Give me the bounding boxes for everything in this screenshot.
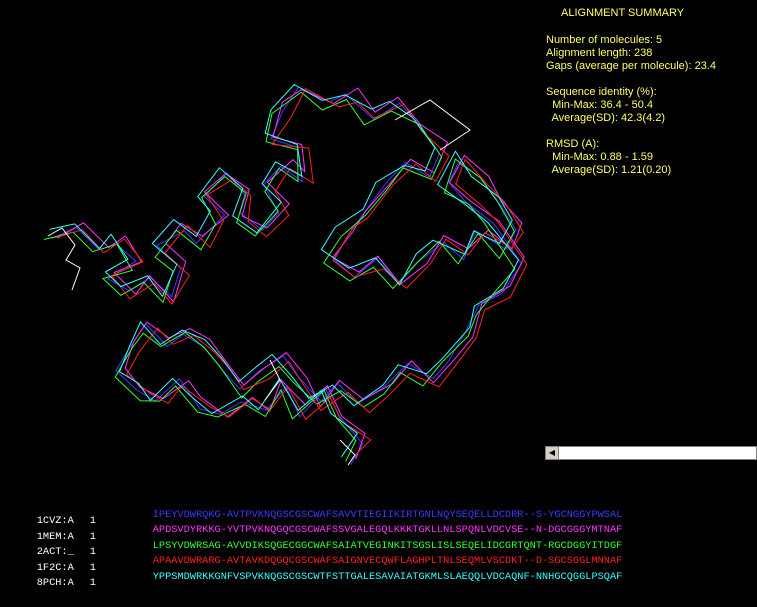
- summary-title: ALIGNMENT SUMMARY: [561, 7, 685, 19]
- sequence-start: 1: [89, 577, 96, 589]
- summary-line: Number of molecules: 5: [546, 34, 663, 46]
- summary-line: Average(SD): 1.21(0.20): [546, 164, 672, 176]
- summary-line: Sequence identity (%):: [546, 86, 657, 98]
- summary-line: Alignment length: 238: [546, 47, 653, 59]
- sequence-alignment-panel[interactable]: 1CVZ:A 1IPEYVDWRQKG-AVTPVKNQGSCGSCWAFSAVV…: [12, 492, 757, 590]
- summary-line: Average(SD): 42.3(4.2): [546, 112, 666, 124]
- summary-line: Gaps (average per molecule): 23.4: [546, 60, 716, 72]
- backbone-trace: [55, 87, 528, 459]
- backbone-trace: [51, 86, 523, 466]
- sequence-id: 8PCH:A: [36, 577, 74, 589]
- sequence-text: APAAVDWRARG-AVTAVKDQGQCGSCWAFSAIGNVECQWF…: [152, 555, 623, 567]
- summary-line: Min-Max: 0.88 - 1.59: [546, 151, 653, 163]
- horizontal-scrollbar[interactable]: ◀: [545, 446, 757, 460]
- scroll-left-arrow-icon[interactable]: ◀: [546, 447, 559, 459]
- sequence-row[interactable]: 1CVZ:A 1IPEYVDWRQKG-AVTPVKNQGSCGSCWAFSAVV…: [12, 492, 757, 528]
- sequence-text: APDSVDYRKKG-YVTPVKNQGQCGSCWAFSSVGALEGQLK…: [152, 524, 623, 536]
- summary-line: RMSD (A):: [546, 138, 600, 150]
- sequence-text: LPSYVDWRSAG-AVVDIKSQGECGGCWAFSAIATVEGINK…: [152, 539, 623, 552]
- sequence-text: IPEYVDWRQKG-AVTPVKNQGSCGSCWAFSAVVTIEGIIK…: [152, 508, 623, 521]
- sequence-text: YPPSMDWRKKGNFVSPVKNQGSCGSCWTFSTTGALESAVA…: [152, 570, 623, 583]
- alignment-summary-panel: ALIGNMENT SUMMARY Number of molecules: 5…: [546, 7, 756, 177]
- backbone-trace: [57, 87, 525, 460]
- summary-line: Min-Max: 36.4 - 50.4: [546, 99, 653, 111]
